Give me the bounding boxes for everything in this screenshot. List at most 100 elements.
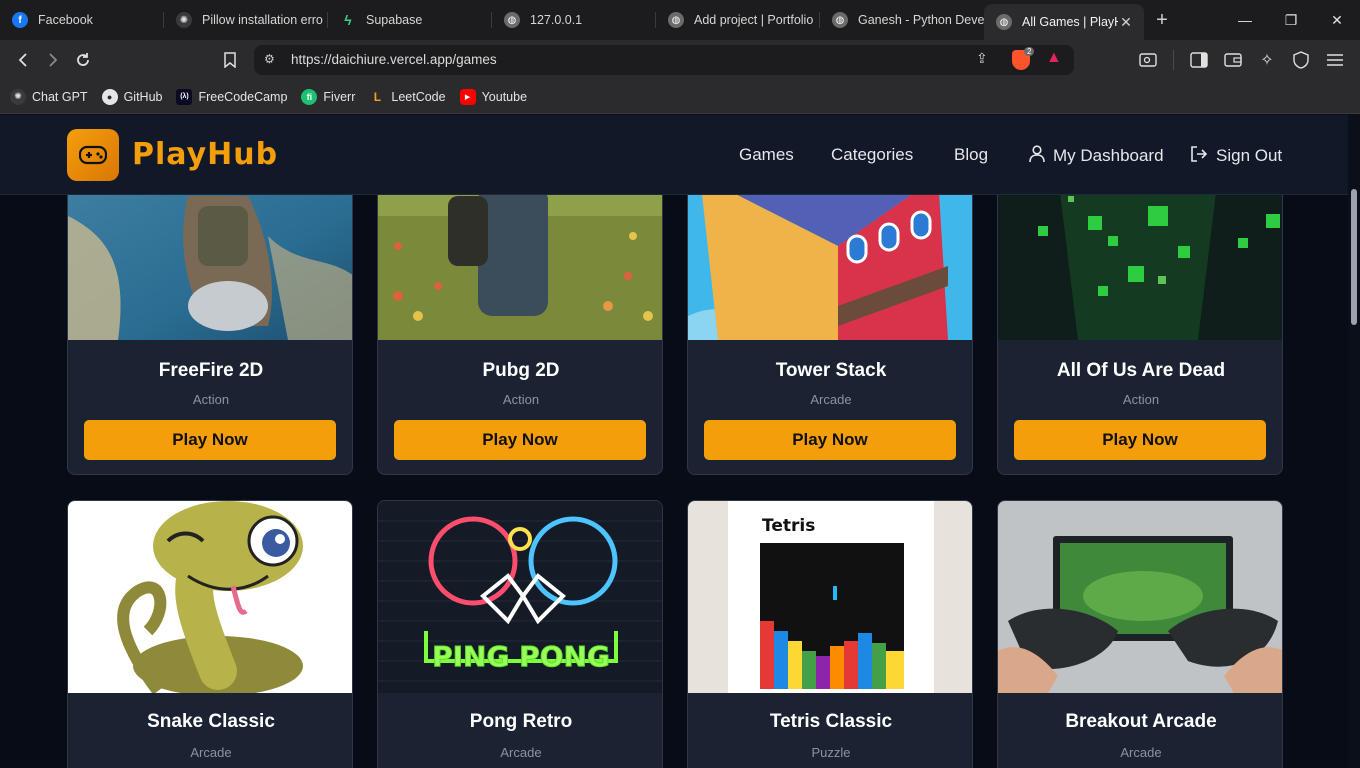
game-thumbnail bbox=[68, 501, 352, 693]
game-card[interactable]: Pubg 2D Action Play Now bbox=[377, 175, 663, 475]
facebook-icon: f bbox=[12, 12, 28, 28]
browser-tab[interactable]: ◍ Add project | Portfolio bbox=[656, 0, 820, 40]
chatgpt-icon: ✺ bbox=[176, 12, 192, 28]
github-icon: ● bbox=[101, 88, 118, 105]
new-tab-button[interactable]: + bbox=[1144, 9, 1180, 32]
game-thumbnail-text: PING PONG bbox=[432, 640, 610, 673]
leo-ai-icon[interactable]: ✧ bbox=[1252, 45, 1282, 75]
globe-icon: ◍ bbox=[668, 12, 684, 28]
game-card[interactable]: FreeFire 2D Action Play Now bbox=[67, 175, 353, 475]
fiverr-icon: fi bbox=[301, 88, 318, 105]
game-card[interactable]: PING PONG Pong Retro Arcade bbox=[377, 500, 663, 768]
forward-button[interactable] bbox=[38, 45, 68, 75]
close-tab-icon[interactable]: ✕ bbox=[1118, 14, 1134, 31]
bookmarks-bar: ✺ Chat GPT ● GitHub (λ) FreeCodeCamp fi Five… bbox=[0, 80, 1360, 114]
leetcode-icon: L bbox=[373, 89, 382, 104]
game-thumbnail bbox=[998, 176, 1282, 340]
bookmark-item[interactable]: L LeetCode bbox=[369, 89, 446, 105]
minimize-icon[interactable]: — bbox=[1222, 0, 1268, 40]
game-category: Arcade bbox=[190, 745, 232, 760]
bookmark-item[interactable]: fi Fiverr bbox=[301, 88, 356, 105]
sign-out-icon bbox=[1190, 145, 1208, 168]
bookmark-icon[interactable] bbox=[215, 45, 245, 75]
menu-icon[interactable] bbox=[1320, 45, 1350, 75]
share-icon[interactable]: ⇪ bbox=[976, 50, 988, 67]
freecodecamp-icon: (λ) bbox=[176, 88, 193, 105]
vpn-icon[interactable] bbox=[1286, 45, 1316, 75]
browser-tab[interactable]: ϟ Supabase bbox=[328, 0, 492, 40]
play-now-button[interactable]: Play Now bbox=[394, 420, 646, 460]
game-thumbnail bbox=[378, 176, 662, 340]
scrollbar-thumb[interactable] bbox=[1351, 189, 1357, 325]
game-title: Pubg 2D bbox=[482, 360, 560, 381]
bookmark-item[interactable]: ✺ Chat GPT bbox=[10, 88, 88, 105]
close-window-icon[interactable]: ✕ bbox=[1314, 0, 1360, 40]
game-thumbnail: Tetris bbox=[688, 501, 972, 693]
brave-badge: 2 bbox=[1024, 47, 1035, 56]
user-icon bbox=[1029, 145, 1045, 168]
gamepad-icon[interactable] bbox=[67, 129, 119, 181]
address-bar[interactable]: ⚙ https://daichiure.vercel.app/games ⇪ 2… bbox=[254, 45, 1074, 75]
restore-icon[interactable]: ❐ bbox=[1268, 0, 1314, 40]
bookmark-label: Chat GPT bbox=[32, 89, 88, 104]
tab-title: Pillow installation erro bbox=[202, 13, 323, 27]
url-text[interactable]: https://daichiure.vercel.app/games bbox=[291, 52, 497, 67]
game-category: Action bbox=[192, 392, 230, 407]
brave-rewards-icon[interactable]: ▲ bbox=[1046, 49, 1062, 67]
browser-tab[interactable]: ◍ Ganesh - Python Deve bbox=[820, 0, 984, 40]
back-button[interactable] bbox=[8, 45, 38, 75]
globe-icon: ◍ bbox=[996, 14, 1012, 30]
globe-icon: ◍ bbox=[832, 12, 848, 28]
game-title: Tetris Classic bbox=[769, 711, 893, 732]
site-brand[interactable]: PlayHub bbox=[132, 137, 278, 172]
wallet-icon[interactable] bbox=[1218, 45, 1248, 75]
nav-my-dashboard[interactable]: My Dashboard bbox=[1029, 145, 1164, 168]
game-category: Action bbox=[502, 392, 540, 407]
nav-sign-out[interactable]: Sign Out bbox=[1190, 145, 1282, 168]
game-thumbnail: PING PONG bbox=[378, 501, 662, 693]
browser-tab[interactable]: ✺ Pillow installation erro bbox=[164, 0, 328, 40]
bookmark-label: Fiverr bbox=[323, 89, 356, 104]
play-now-button[interactable]: Play Now bbox=[1014, 420, 1266, 460]
game-card[interactable]: Snake Classic Arcade bbox=[67, 500, 353, 768]
youtube-icon: ▶ bbox=[459, 88, 476, 105]
tab-title: Ganesh - Python Deve bbox=[858, 13, 984, 27]
nav-games[interactable]: Games bbox=[739, 145, 794, 165]
tab-title: Facebook bbox=[38, 13, 93, 27]
reader-mode-icon[interactable] bbox=[1133, 45, 1163, 75]
browser-tab[interactable]: ◍ 127.0.0.1 bbox=[492, 0, 656, 40]
supabase-icon: ϟ bbox=[344, 12, 352, 28]
browser-tab[interactable]: f Facebook bbox=[0, 0, 164, 40]
game-category: Arcade bbox=[810, 392, 852, 407]
play-now-button[interactable]: Play Now bbox=[704, 420, 956, 460]
nav-blog[interactable]: Blog bbox=[954, 145, 988, 165]
game-category: Arcade bbox=[500, 745, 542, 760]
game-card[interactable]: Breakout Arcade Arcade bbox=[997, 500, 1283, 768]
game-card[interactable]: All Of Us Are Dead Action Play Now bbox=[997, 175, 1283, 475]
bookmark-item[interactable]: (λ) FreeCodeCamp bbox=[176, 88, 287, 105]
globe-icon: ◍ bbox=[504, 12, 520, 28]
bookmark-label: Youtube bbox=[481, 89, 528, 104]
nav-categories[interactable]: Categories bbox=[831, 145, 913, 165]
game-thumbnail bbox=[688, 176, 972, 340]
browser-tab-active[interactable]: ◍ All Games | PlayH ✕ bbox=[984, 4, 1144, 40]
bookmark-item[interactable]: ● GitHub bbox=[101, 88, 162, 105]
nav-label: Sign Out bbox=[1216, 145, 1283, 165]
page-content: FreeFire 2D Action Play Now Pubg 2D Acti… bbox=[0, 115, 1348, 768]
game-title: Breakout Arcade bbox=[1065, 711, 1217, 732]
play-now-button[interactable]: Play Now bbox=[84, 420, 336, 460]
game-title: Snake Classic bbox=[147, 711, 275, 732]
game-card[interactable]: Tetris Tetris Classic Puzzle bbox=[687, 500, 973, 768]
site-settings-icon[interactable]: ⚙ bbox=[264, 52, 275, 66]
tab-title: Supabase bbox=[366, 13, 423, 27]
reload-button[interactable] bbox=[68, 45, 98, 75]
page-scrollbar[interactable] bbox=[1348, 115, 1360, 768]
nav-label: My Dashboard bbox=[1053, 145, 1164, 165]
game-title: FreeFire 2D bbox=[158, 360, 264, 381]
game-card[interactable]: Tower Stack Arcade Play Now bbox=[687, 175, 973, 475]
sidebar-icon[interactable] bbox=[1184, 45, 1214, 75]
bookmark-item[interactable]: ▶ Youtube bbox=[459, 88, 528, 105]
game-title: Tower Stack bbox=[775, 360, 887, 381]
bookmark-label: LeetCode bbox=[391, 89, 446, 104]
tab-title: All Games | PlayH bbox=[1022, 15, 1118, 29]
